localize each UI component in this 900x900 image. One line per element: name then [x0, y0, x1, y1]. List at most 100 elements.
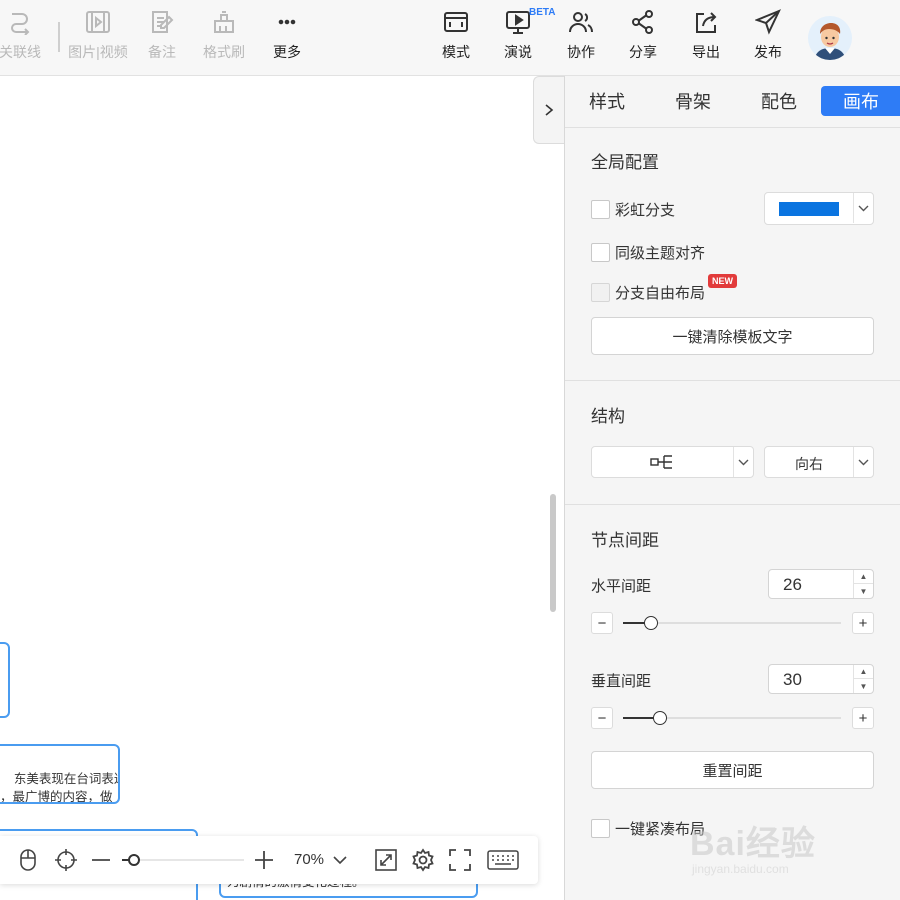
- horizontal-decrease-button[interactable]: −: [591, 612, 613, 634]
- collapse-panel-button[interactable]: [533, 76, 564, 144]
- expand-diagonal-icon: [375, 849, 397, 871]
- slider-handle[interactable]: [644, 616, 659, 630]
- mindmap-canvas[interactable]: 东美表现在台词表达 ，最广博的内容，做 为剧情的激情变化过程。: [0, 76, 564, 900]
- decrement-icon[interactable]: ▼: [854, 584, 873, 598]
- mode-button[interactable]: 模式: [424, 8, 488, 62]
- tab-color-scheme[interactable]: 配色: [749, 86, 809, 116]
- vertical-increase-button[interactable]: +: [852, 707, 874, 729]
- bottom-zoom-bar: 70%: [0, 836, 538, 884]
- image-video-button[interactable]: 图片|视频: [66, 8, 130, 62]
- publish-icon: [754, 8, 782, 36]
- share-button[interactable]: 分享: [611, 8, 675, 62]
- align-same-level-checkbox[interactable]: [591, 243, 610, 262]
- section-title-spacing: 节点间距: [591, 531, 659, 550]
- divider: [565, 380, 900, 381]
- align-same-level-option[interactable]: 同级主题对齐: [591, 242, 705, 263]
- rainbow-branch-checkbox[interactable]: [591, 200, 610, 219]
- relation-line-icon: [6, 8, 34, 36]
- structure-direction-select[interactable]: 向右: [764, 446, 874, 478]
- section-title-global: 全局配置: [591, 153, 659, 172]
- export-icon: [692, 8, 720, 36]
- branch-color-swatch: [779, 201, 839, 216]
- plus-icon: [255, 851, 273, 869]
- more-icon: [273, 8, 301, 36]
- note-button[interactable]: 备注: [130, 8, 194, 62]
- zoom-out-button[interactable]: [90, 848, 112, 872]
- property-panel: 样式 骨架 配色 画布 全局配置 彩虹分支 同级主题对齐 分支自由布局 NEW …: [564, 76, 900, 900]
- divider: [565, 504, 900, 505]
- vertical-spacing-slider[interactable]: − +: [591, 707, 874, 729]
- note-icon: [148, 8, 176, 36]
- free-layout-option[interactable]: 分支自由布局: [591, 282, 705, 303]
- compact-layout-checkbox[interactable]: [591, 819, 610, 838]
- slider-handle[interactable]: [653, 711, 668, 725]
- mindmap-node[interactable]: [0, 642, 10, 718]
- structure-layout-select[interactable]: [591, 446, 754, 478]
- baidu-jingyan-watermark: Bai经验 jingyan.baidu.com: [690, 825, 816, 876]
- chevron-down-icon: [858, 205, 869, 211]
- horizontal-increase-button[interactable]: +: [852, 612, 874, 634]
- avatar-icon: [808, 16, 852, 60]
- locate-center-button[interactable]: [54, 848, 78, 872]
- chevron-down-icon: [858, 459, 869, 465]
- mouse-mode-button[interactable]: [16, 848, 40, 872]
- crosshair-icon: [55, 849, 77, 871]
- chevron-down-icon: [738, 459, 749, 465]
- horizontal-spacing-slider[interactable]: − +: [591, 612, 874, 634]
- toolbar-separator: [58, 22, 60, 52]
- mouse-icon: [20, 849, 36, 871]
- top-toolbar: 关联线 图片|视频 备注 格式刷 更多 模式 演说 BETA 协作 分享 导出 …: [0, 0, 900, 76]
- tab-style[interactable]: 样式: [577, 86, 637, 116]
- section-title-structure: 结构: [591, 407, 625, 426]
- free-layout-checkbox[interactable]: [591, 283, 610, 302]
- tab-canvas[interactable]: 画布: [821, 86, 900, 116]
- publish-button[interactable]: 发布: [736, 8, 800, 62]
- vertical-decrease-button[interactable]: −: [591, 707, 613, 729]
- zoom-slider-handle[interactable]: [128, 854, 141, 866]
- increment-icon[interactable]: ▲: [854, 665, 873, 679]
- canvas-scrollbar[interactable]: [550, 494, 556, 612]
- node-text: 东美表现在台词表达 ，最广博的内容，做: [0, 772, 120, 804]
- branch-color-select[interactable]: [764, 192, 874, 225]
- presentation-icon: [504, 8, 532, 36]
- rainbow-branch-option[interactable]: 彩虹分支: [591, 199, 675, 220]
- keyboard-icon: [487, 850, 519, 870]
- gear-icon: [412, 848, 434, 872]
- fullscreen-button[interactable]: [448, 848, 472, 872]
- share-icon: [629, 8, 657, 36]
- zoom-level-select[interactable]: 70%: [294, 851, 324, 868]
- decrement-icon[interactable]: ▼: [854, 679, 873, 693]
- more-button[interactable]: 更多: [255, 8, 319, 62]
- zoom-in-button[interactable]: [252, 848, 276, 872]
- mindmap-node[interactable]: 东美表现在台词表达 ，最广博的内容，做: [0, 744, 120, 804]
- keyboard-shortcuts-button[interactable]: [486, 848, 520, 872]
- increment-icon[interactable]: ▲: [854, 570, 873, 584]
- horizontal-spacing-label: 水平间距: [591, 578, 652, 595]
- clear-template-text-button[interactable]: 一键清除模板文字: [591, 317, 874, 355]
- zoom-slider-track[interactable]: [122, 859, 244, 861]
- mindmap-right-structure-icon: [650, 454, 674, 473]
- format-brush-icon: [210, 8, 238, 36]
- fit-canvas-button[interactable]: [374, 848, 398, 872]
- vertical-spacing-label: 垂直间距: [591, 673, 652, 690]
- image-video-icon: [84, 8, 112, 36]
- zoom-dropdown-button[interactable]: [332, 848, 348, 872]
- collaborate-button[interactable]: 协作: [549, 8, 613, 62]
- collaborate-icon: [567, 8, 595, 36]
- panel-tabs: 样式 骨架 配色 画布: [565, 76, 900, 128]
- reset-spacing-button[interactable]: 重置间距: [591, 751, 874, 789]
- tab-skeleton[interactable]: 骨架: [663, 86, 723, 116]
- chevron-down-icon: [333, 855, 347, 864]
- user-avatar[interactable]: [808, 16, 852, 60]
- new-badge: NEW: [708, 274, 737, 288]
- format-brush-button[interactable]: 格式刷: [192, 8, 256, 62]
- export-button[interactable]: 导出: [674, 8, 738, 62]
- compact-layout-option[interactable]: 一键紧凑布局: [591, 818, 705, 839]
- settings-button[interactable]: [411, 848, 435, 872]
- mode-icon: [442, 8, 470, 36]
- vertical-spacing-input[interactable]: 30 ▲ ▼: [768, 664, 874, 694]
- fullscreen-icon: [449, 849, 471, 871]
- horizontal-spacing-input[interactable]: 26 ▲ ▼: [768, 569, 874, 599]
- chevron-right-icon: [545, 104, 554, 116]
- relation-line-button[interactable]: 关联线: [0, 8, 52, 62]
